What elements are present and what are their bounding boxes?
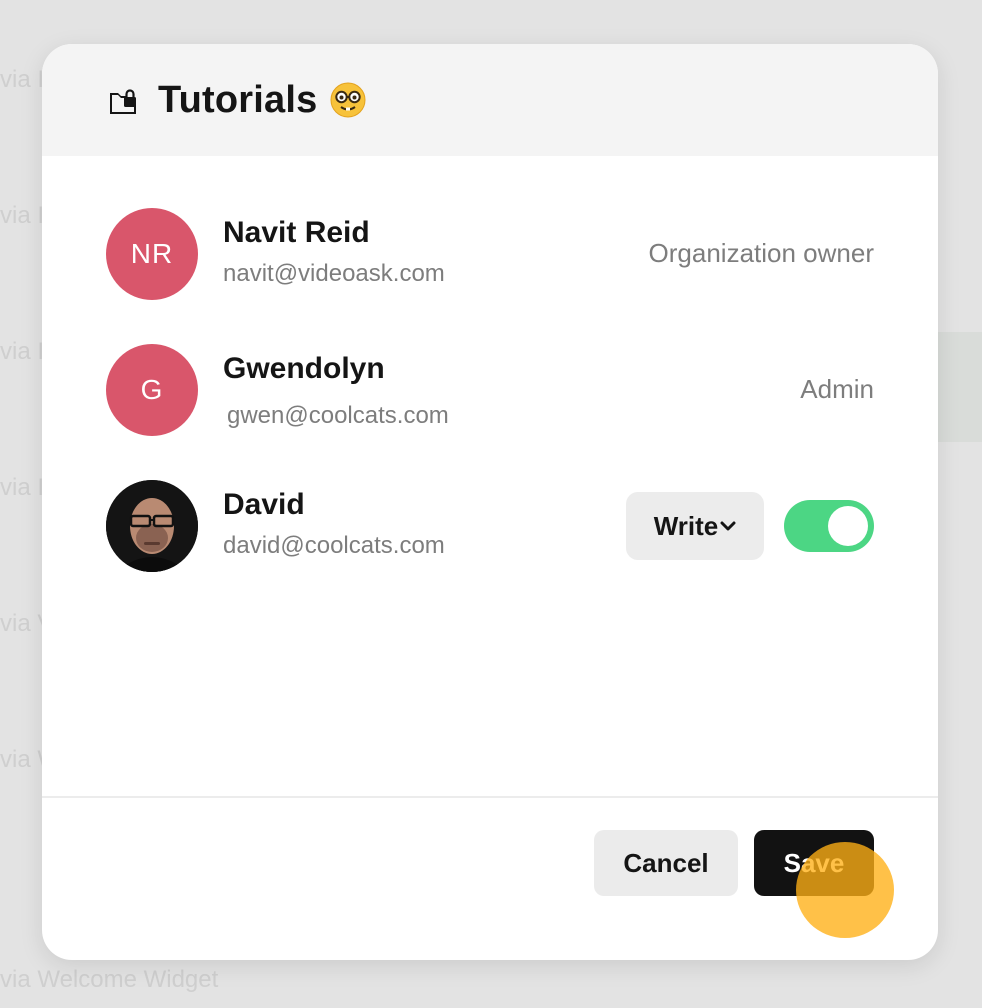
background-row: via Welcome Widget xyxy=(0,966,219,993)
member-email: navit@videoask.com xyxy=(223,260,445,287)
avatar xyxy=(106,480,198,572)
save-button[interactable]: Save xyxy=(754,830,874,896)
member-row: NR Navit Reid navit@videoask.com Organiz… xyxy=(106,208,874,300)
share-folder-modal: Tutorials NR Navit Reid navit@videoask.c… xyxy=(42,44,938,960)
member-name: David xyxy=(223,488,305,521)
member-row: G Gwendolyn gwen@coolcats.com Admin xyxy=(106,344,874,436)
cancel-button[interactable]: Cancel xyxy=(594,830,738,896)
background-row: via I xyxy=(0,202,45,229)
background-row: via I xyxy=(0,474,45,501)
user-photo-icon xyxy=(106,480,198,572)
footer-divider xyxy=(42,796,938,798)
shared-folder-lock-icon xyxy=(110,89,136,114)
permission-value: Write xyxy=(653,510,719,541)
member-role: Admin xyxy=(800,374,874,404)
member-email: gwen@coolcats.com xyxy=(227,402,449,429)
background-row: via I xyxy=(0,338,45,365)
modal-header: Tutorials xyxy=(42,44,938,156)
member-row: David david@coolcats.com Write xyxy=(106,480,874,572)
access-toggle[interactable] xyxy=(784,500,874,552)
avatar: G xyxy=(106,344,198,436)
toggle-knob xyxy=(828,506,868,546)
member-email: david@coolcats.com xyxy=(223,532,445,559)
member-name: Navit Reid xyxy=(223,216,370,249)
background-row: via I xyxy=(0,66,45,93)
avatar: NR xyxy=(106,208,198,300)
member-name: Gwendolyn xyxy=(223,352,385,385)
permission-dropdown[interactable]: Write xyxy=(626,492,764,560)
member-role: Organization owner xyxy=(648,238,874,268)
chevron-down-icon xyxy=(720,521,736,531)
nerd-face-emoji-icon xyxy=(330,82,366,118)
modal-title: Tutorials xyxy=(158,78,318,121)
